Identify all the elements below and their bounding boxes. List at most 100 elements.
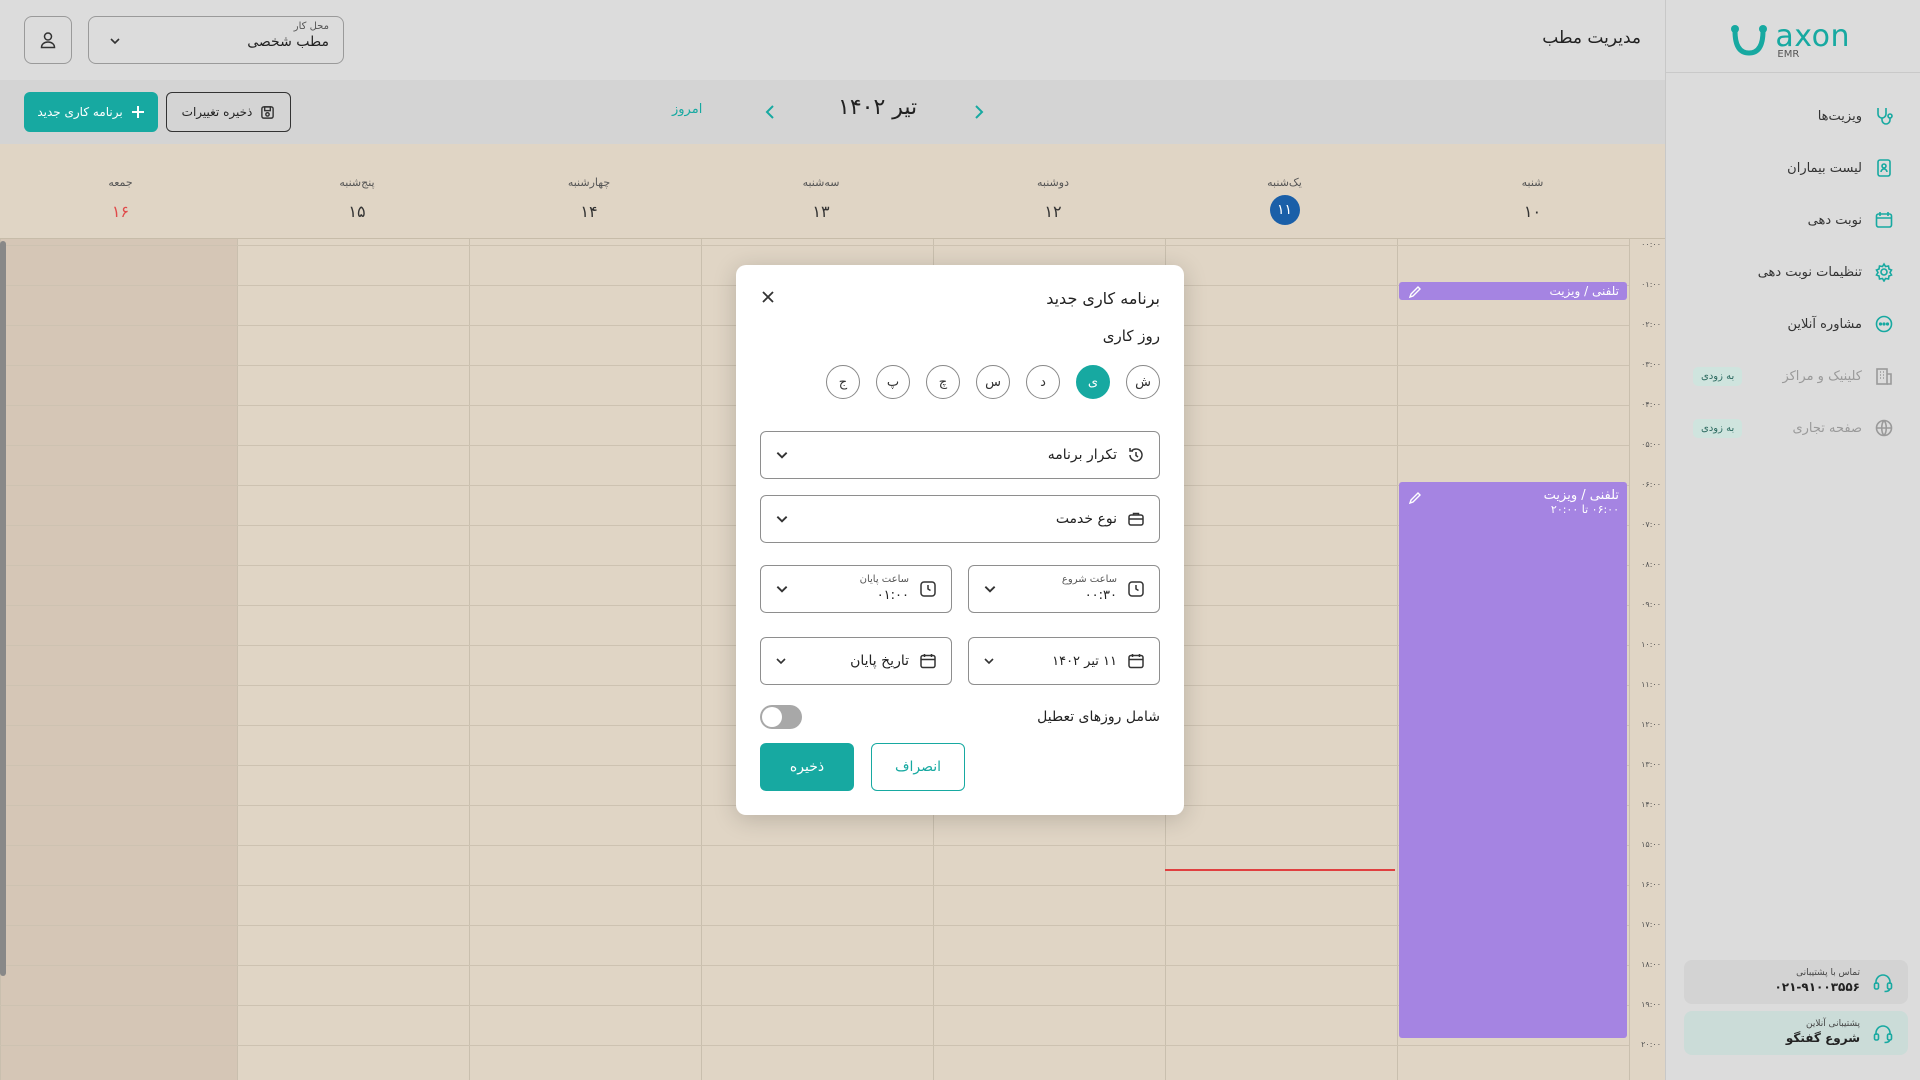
event-title: تلفنی / ویزیت	[1543, 488, 1619, 503]
day-number: ۱۲	[1044, 202, 1062, 221]
time-label: ۲۰:۰۰	[1641, 1040, 1661, 1049]
day-header-wed[interactable]: چهارشنبه ۱۴	[473, 144, 705, 239]
event-time: ۰۶:۰۰ تا ۲۰:۰۰	[1550, 503, 1619, 516]
time-label: ۰۶:۰۰	[1641, 480, 1661, 489]
app-logo[interactable]: axon EMR	[1729, 22, 1850, 60]
event-block[interactable]: تلفنی / ویزیت	[1399, 282, 1627, 300]
holidays-label: شامل روزهای تعطیل	[1037, 709, 1160, 725]
sidebar-item-label: صفحه تجاری	[1792, 420, 1862, 436]
workday-label: روز کاری	[1102, 327, 1160, 345]
sidebar: axon EMR ویزیت‌ها لیست بیماران نوبت دهی …	[1665, 0, 1920, 1080]
support-chat-label: پشتیبانی آنلاین	[1805, 1019, 1860, 1030]
hour-line	[0, 845, 1629, 846]
sidebar-item-visits[interactable]: ویزیت‌ها	[1665, 90, 1920, 142]
time-label: ۱۱:۰۰	[1641, 680, 1661, 689]
cancel-button[interactable]: انصراف	[871, 743, 965, 791]
current-time-indicator	[1165, 869, 1395, 871]
day-header-thu[interactable]: پنج‌شنبه ۱۵	[241, 144, 473, 239]
end-time-select[interactable]: ساعت پایان ۰۱:۰۰	[760, 565, 952, 613]
holidays-toggle[interactable]	[760, 705, 802, 729]
new-schedule-modal: برنامه کاری جدید روز کاری ش ی د س چ پ ج …	[736, 265, 1184, 815]
weekday-sat[interactable]: ش	[1126, 365, 1160, 399]
weekday-mon[interactable]: د	[1026, 365, 1060, 399]
pencil-icon[interactable]	[1407, 490, 1423, 506]
day-header-sat[interactable]: شنبه ۱۰	[1400, 144, 1665, 239]
chevron-down-icon	[984, 586, 996, 593]
hour-line	[0, 245, 1629, 246]
day-name: یک‌شنبه	[1267, 176, 1302, 189]
today-button[interactable]: امروز	[672, 102, 702, 117]
plus-icon	[131, 106, 144, 118]
close-icon[interactable]	[758, 287, 778, 307]
service-type-select[interactable]: نوع خدمت	[760, 495, 1160, 543]
repeat-select-value: تکرار برنامه	[1047, 447, 1117, 463]
time-label: ۱۲:۰۰	[1641, 720, 1661, 729]
calendar-icon	[920, 654, 936, 669]
logo-sub: EMR	[1777, 49, 1800, 60]
calendar-day-headers: شنبه ۱۰ یک‌شنبه ۱۱ دوشنبه ۱۲ سه‌شنبه ۱۳ …	[0, 144, 1665, 239]
event-block[interactable]: تلفنی / ویزیت ۰۶:۰۰ تا ۲۰:۰۰	[1399, 482, 1627, 1038]
end-time-label: ساعت پایان	[859, 573, 909, 585]
workplace-select[interactable]: محل کار مطب شخصی	[88, 16, 344, 64]
weekday-sun[interactable]: ی	[1076, 365, 1110, 399]
sidebar-item-patients[interactable]: لیست بیماران	[1665, 142, 1920, 194]
day-name: پنج‌شنبه	[339, 176, 375, 189]
hour-line	[0, 965, 1629, 966]
start-time-select[interactable]: ساعت شروع ۰۰:۳۰	[968, 565, 1160, 613]
coming-soon-badge: به زودی	[1693, 418, 1743, 438]
day-header-sun[interactable]: یک‌شنبه ۱۱	[1169, 144, 1400, 239]
chevron-down-icon	[984, 658, 994, 665]
sidebar-item-online-consult[interactable]: مشاوره آنلاین	[1665, 298, 1920, 350]
hour-line	[0, 885, 1629, 886]
start-date-picker[interactable]: ۱۱ تیر ۱۴۰۲	[968, 637, 1160, 685]
save-changes-button[interactable]: ذخیره تغییرات	[166, 92, 291, 132]
day-header-tue[interactable]: سه‌شنبه ۱۳	[705, 144, 937, 239]
day-header-mon[interactable]: دوشنبه ۱۲	[937, 144, 1169, 239]
end-date-placeholder: تاریخ پایان	[850, 653, 909, 669]
weekday-thu[interactable]: پ	[876, 365, 910, 399]
chat-icon	[1875, 315, 1893, 333]
time-label: ۰۰:۰۰	[1641, 240, 1661, 249]
logo-mark-icon	[1731, 25, 1768, 56]
chevron-down-icon	[776, 658, 786, 665]
floppy-icon	[261, 105, 275, 119]
chevron-right-icon[interactable]	[969, 102, 989, 122]
time-label: ۰۸:۰۰	[1641, 560, 1661, 569]
pencil-icon[interactable]	[1407, 284, 1423, 300]
time-label: ۰۵:۰۰	[1641, 440, 1661, 449]
vertical-scrollbar[interactable]	[0, 241, 6, 976]
day-number: ۱۵	[348, 202, 366, 221]
end-date-picker[interactable]: تاریخ پایان	[760, 637, 952, 685]
sidebar-item-appointments[interactable]: نوبت دهی	[1665, 194, 1920, 246]
sidebar-item-label: کلینیک و مراکز	[1782, 368, 1862, 384]
calendar-icon	[1875, 212, 1893, 228]
weekday-wed[interactable]: چ	[926, 365, 960, 399]
support-chat-card[interactable]: پشتیبانی آنلاین شروع گفتگو	[1684, 1011, 1908, 1055]
time-label: ۱۳:۰۰	[1641, 760, 1661, 769]
day-name: جمعه	[108, 176, 133, 189]
weekday-tue[interactable]: س	[976, 365, 1010, 399]
day-name: سه‌شنبه	[802, 176, 840, 189]
patient-list-icon	[1877, 159, 1891, 177]
repeat-select[interactable]: تکرار برنامه	[760, 431, 1160, 479]
coming-soon-badge: به زودی	[1693, 366, 1743, 386]
day-number-friday: ۱۶	[111, 202, 130, 221]
clock-icon	[920, 581, 936, 597]
history-icon	[1129, 448, 1143, 462]
new-schedule-label: برنامه کاری جدید	[37, 105, 123, 119]
sidebar-item-label: ویزیت‌ها	[1817, 108, 1862, 124]
topbar: مدیریت مطب محل کار مطب شخصی	[0, 0, 1665, 80]
day-name: شنبه	[1521, 176, 1544, 189]
save-button[interactable]: ذخیره	[760, 743, 854, 791]
weekday-fri[interactable]: ج	[826, 365, 860, 399]
month-title: تیر ۱۴۰۲	[838, 95, 918, 120]
support-call-card[interactable]: تماس با پشتیبانی ۰۲۱-۹۱۰۰۳۵۵۶	[1684, 960, 1908, 1004]
day-header-fri[interactable]: جمعه ۱۶	[0, 144, 241, 239]
new-schedule-button[interactable]: برنامه کاری جدید	[24, 92, 158, 132]
end-time-value: ۰۱:۰۰	[876, 588, 909, 604]
weekday-selector: ش ی د س چ پ ج	[826, 365, 1160, 399]
chevron-left-icon[interactable]	[760, 102, 780, 122]
sidebar-item-appointment-settings[interactable]: تنظیمات نوبت دهی	[1665, 246, 1920, 298]
profile-button[interactable]	[24, 16, 72, 64]
chevron-down-icon	[776, 516, 788, 523]
